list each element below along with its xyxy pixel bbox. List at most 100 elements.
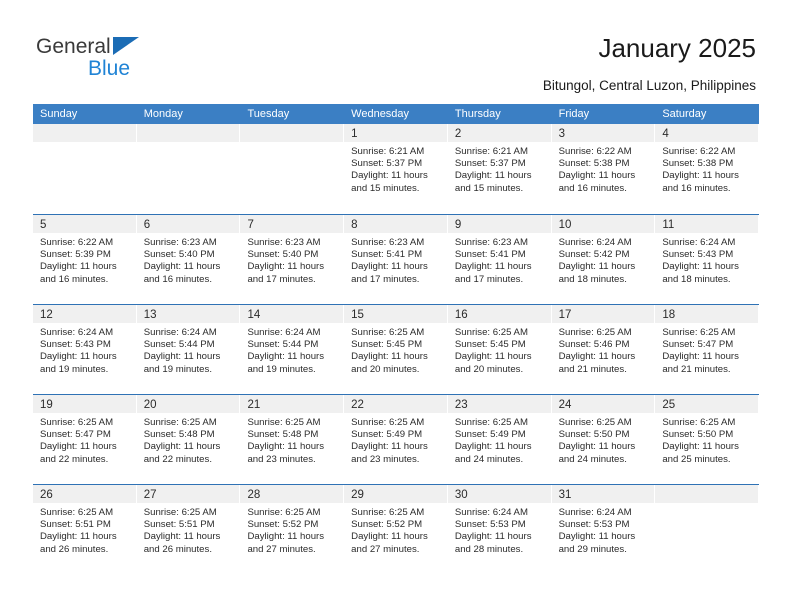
calendar-day-cell[interactable]: 29 Sunrise: 6:25 AM Sunset: 5:52 PM Dayligh… <box>344 485 448 574</box>
sunset-text: Sunset: 5:50 PM <box>558 429 630 441</box>
sunset-text: Sunset: 5:37 PM <box>454 158 526 170</box>
sun-info: Sunrise: 6:25 AM Sunset: 5:49 PM Daylight:… <box>344 413 447 466</box>
day-number-band: 22 <box>344 395 447 413</box>
calendar-day-cell[interactable]: 30 Sunrise: 6:24 AM Sunset: 5:53 PM Dayligh… <box>447 485 552 574</box>
sunrise-text: Sunrise: 6:25 AM <box>40 417 114 428</box>
calendar-day-cell[interactable]: 10 Sunrise: 6:24 AM Sunset: 5:42 PM Dayligh… <box>551 215 656 304</box>
calendar-day-cell[interactable]: 31 Sunrise: 6:24 AM Sunset: 5:53 PM Dayligh… <box>551 485 656 574</box>
daylight-text: Daylight: 11 hours and 19 minutes. <box>143 351 221 375</box>
daylight-text: Daylight: 11 hours and 22 minutes. <box>143 441 221 465</box>
calendar-day-cell[interactable]: 6 Sunrise: 6:23 AM Sunset: 5:40 PM Daylight… <box>136 215 241 304</box>
day-number-band: 13 <box>136 305 240 323</box>
day-number: 11 <box>662 219 675 231</box>
daylight-text: Daylight: 11 hours and 19 minutes. <box>247 351 325 375</box>
day-number: 19 <box>40 399 53 411</box>
calendar-day-cell[interactable]: 17 Sunrise: 6:25 AM Sunset: 5:46 PM Dayligh… <box>551 305 656 394</box>
day-number: 7 <box>247 219 254 231</box>
calendar-day-cell[interactable]: 12 Sunrise: 6:24 AM Sunset: 5:43 PM Dayligh… <box>33 305 137 394</box>
general-blue-logo[interactable]: General Blue <box>36 34 166 84</box>
calendar-day-cell[interactable]: 15 Sunrise: 6:25 AM Sunset: 5:45 PM Dayligh… <box>344 305 448 394</box>
calendar-day-cell[interactable]: 1 Sunrise: 6:21 AM Sunset: 5:37 PM Daylight… <box>344 124 448 214</box>
daylight-text: Daylight: 11 hours and 17 minutes. <box>351 261 428 285</box>
calendar-day-cell[interactable]: 11 Sunrise: 6:24 AM Sunset: 5:43 PM Dayligh… <box>655 215 760 304</box>
day-number-band <box>240 124 344 142</box>
sunset-text: Sunset: 5:40 PM <box>143 249 215 261</box>
calendar-day-cell[interactable]: 9 Sunrise: 6:23 AM Sunset: 5:41 PM Daylight… <box>447 215 552 304</box>
calendar-day-cell[interactable]: 18 Sunrise: 6:25 AM Sunset: 5:47 PM Dayligh… <box>655 305 760 394</box>
daylight-text: Daylight: 11 hours and 28 minutes. <box>454 531 532 555</box>
daylight-text: Daylight: 11 hours and 23 minutes. <box>247 441 325 465</box>
sunrise-text: Sunrise: 6:25 AM <box>143 507 217 518</box>
sun-info: Sunrise: 6:25 AM Sunset: 5:50 PM Daylight:… <box>552 413 655 466</box>
calendar-day-cell[interactable]: 4 Sunrise: 6:22 AM Sunset: 5:38 PM Daylight… <box>655 124 760 214</box>
sunset-text: Sunset: 5:39 PM <box>40 249 111 261</box>
daylight-text: Daylight: 11 hours and 16 minutes. <box>558 170 636 194</box>
sunrise-text: Sunrise: 6:24 AM <box>558 507 632 518</box>
sunset-text: Sunset: 5:46 PM <box>558 339 630 351</box>
day-number: 5 <box>40 219 47 231</box>
day-number-band <box>136 124 240 142</box>
day-number-band: 23 <box>447 395 551 413</box>
day-number-band <box>655 485 759 503</box>
calendar-day-cell[interactable]: 3 Sunrise: 6:22 AM Sunset: 5:38 PM Daylight… <box>551 124 656 214</box>
daylight-text: Daylight: 11 hours and 17 minutes. <box>247 261 325 285</box>
day-number: 18 <box>662 309 676 321</box>
calendar-day-cell[interactable]: 21 Sunrise: 6:25 AM Sunset: 5:48 PM Dayligh… <box>240 395 345 484</box>
daylight-text: Daylight: 11 hours and 27 minutes. <box>247 531 325 555</box>
day-number-band: 25 <box>655 395 759 413</box>
calendar-day-cell-empty <box>136 124 241 214</box>
day-of-week-header-row: Sunday Monday Tuesday Wednesday Thursday Frid… <box>33 104 759 124</box>
daylight-text: Daylight: 11 hours and 20 minutes. <box>454 351 532 375</box>
day-number: 8 <box>351 219 358 231</box>
calendar-week-row: 5 Sunrise: 6:22 AM Sunset: 5:39 PM Daylight… <box>33 214 760 304</box>
sunset-text: Sunset: 5:42 PM <box>558 249 630 261</box>
logo-text-blue: Blue <box>88 57 131 80</box>
calendar-day-cell[interactable]: 26 Sunrise: 6:25 AM Sunset: 5:51 PM Dayligh… <box>33 485 137 574</box>
day-number-band: 24 <box>551 395 655 413</box>
calendar-day-cell[interactable]: 13 Sunrise: 6:24 AM Sunset: 5:44 PM Dayligh… <box>136 305 241 394</box>
day-number: 13 <box>143 309 157 321</box>
sun-info: Sunrise: 6:24 AM Sunset: 5:44 PM Daylight:… <box>240 323 343 376</box>
calendar-day-cell[interactable]: 20 Sunrise: 6:25 AM Sunset: 5:48 PM Dayligh… <box>136 395 241 484</box>
calendar-day-cell[interactable]: 23 Sunrise: 6:25 AM Sunset: 5:49 PM Dayligh… <box>447 395 552 484</box>
day-number-band: 26 <box>33 485 136 503</box>
sun-info: Sunrise: 6:23 AM Sunset: 5:41 PM Daylight:… <box>448 233 551 286</box>
calendar-day-cell[interactable]: 28 Sunrise: 6:25 AM Sunset: 5:52 PM Dayligh… <box>240 485 345 574</box>
daylight-text: Daylight: 11 hours and 18 minutes. <box>662 261 739 285</box>
sunset-text: Sunset: 5:49 PM <box>454 429 526 441</box>
sun-info: Sunrise: 6:22 AM Sunset: 5:38 PM Daylight:… <box>655 142 758 195</box>
sunset-text: Sunset: 5:43 PM <box>662 249 734 261</box>
day-number: 16 <box>454 309 468 321</box>
sunrise-text: Sunrise: 6:25 AM <box>247 507 321 518</box>
calendar-day-cell[interactable]: 19 Sunrise: 6:25 AM Sunset: 5:47 PM Dayligh… <box>33 395 137 484</box>
day-number-band: 19 <box>33 395 136 413</box>
sunrise-text: Sunrise: 6:22 AM <box>558 146 632 157</box>
day-number-band: 14 <box>240 305 344 323</box>
calendar-day-cell[interactable]: 8 Sunrise: 6:23 AM Sunset: 5:41 PM Daylight… <box>344 215 448 304</box>
sunset-text: Sunset: 5:45 PM <box>454 339 526 351</box>
calendar-day-cell[interactable]: 14 Sunrise: 6:24 AM Sunset: 5:44 PM Dayligh… <box>240 305 345 394</box>
calendar-day-cell[interactable]: 16 Sunrise: 6:25 AM Sunset: 5:45 PM Dayligh… <box>447 305 552 394</box>
calendar-day-cell[interactable]: 2 Sunrise: 6:21 AM Sunset: 5:37 PM Daylight… <box>447 124 552 214</box>
sunset-text: Sunset: 5:52 PM <box>247 519 319 531</box>
calendar-day-cell[interactable]: 25 Sunrise: 6:25 AM Sunset: 5:50 PM Dayligh… <box>655 395 760 484</box>
sunset-text: Sunset: 5:40 PM <box>247 249 319 261</box>
calendar-week-row: 1 Sunrise: 6:21 AM Sunset: 5:37 PM Daylight… <box>33 124 760 214</box>
calendar-day-cell[interactable]: 24 Sunrise: 6:25 AM Sunset: 5:50 PM Dayligh… <box>551 395 656 484</box>
daylight-text: Daylight: 11 hours and 29 minutes. <box>558 531 636 555</box>
sunset-text: Sunset: 5:48 PM <box>247 429 319 441</box>
calendar-day-cell[interactable]: 27 Sunrise: 6:25 AM Sunset: 5:51 PM Dayligh… <box>136 485 241 574</box>
sunrise-text: Sunrise: 6:21 AM <box>351 146 425 157</box>
sunrise-text: Sunrise: 6:23 AM <box>454 237 528 248</box>
day-number: 28 <box>247 489 261 501</box>
calendar-day-cell[interactable]: 22 Sunrise: 6:25 AM Sunset: 5:49 PM Dayligh… <box>344 395 448 484</box>
day-number: 27 <box>143 489 157 501</box>
sunset-text: Sunset: 5:44 PM <box>247 339 319 351</box>
calendar-day-cell[interactable]: 7 Sunrise: 6:23 AM Sunset: 5:40 PM Daylight… <box>240 215 345 304</box>
calendar-day-cell[interactable]: 5 Sunrise: 6:22 AM Sunset: 5:39 PM Daylight… <box>33 215 137 304</box>
day-number: 22 <box>351 399 364 411</box>
day-of-week-header-friday: Friday <box>558 108 590 120</box>
sun-info: Sunrise: 6:25 AM Sunset: 5:50 PM Daylight:… <box>655 413 758 466</box>
day-number: 3 <box>558 128 565 140</box>
day-number: 2 <box>454 128 462 140</box>
